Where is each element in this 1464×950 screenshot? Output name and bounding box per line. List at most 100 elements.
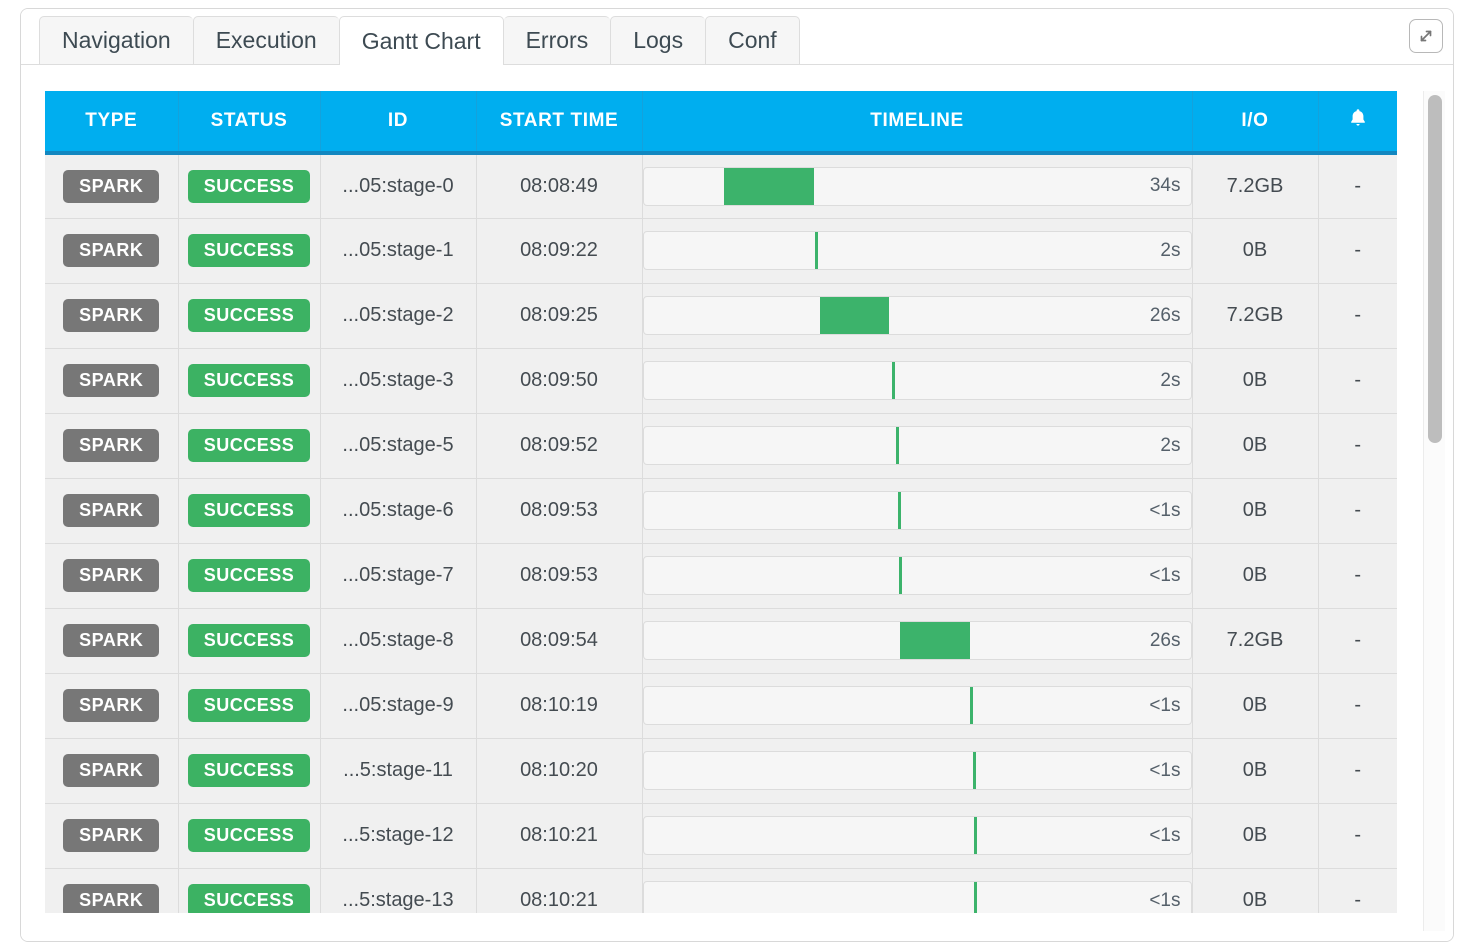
- cell-type: SPARK: [45, 348, 179, 414]
- cell-io: 0B: [1192, 543, 1319, 609]
- timeline-track: 2s: [642, 426, 1192, 465]
- cell-type: SPARK: [45, 413, 179, 479]
- status-badge: SUCCESS: [187, 299, 311, 332]
- type-badge: SPARK: [63, 364, 160, 397]
- type-badge: SPARK: [63, 689, 160, 722]
- tab-bar: Navigation Execution Gantt Chart Errors Logs…: [21, 9, 1453, 65]
- scrollbar-thumb[interactable]: [1428, 95, 1442, 443]
- cell-id[interactable]: ...05:stage-9: [320, 673, 477, 739]
- bell-icon: [1350, 109, 1365, 126]
- timeline-bar: [897, 492, 901, 529]
- column-header-timeline[interactable]: TIMELINE: [642, 91, 1193, 155]
- tab-errors[interactable]: Errors: [503, 16, 611, 64]
- duration-label: 2s: [1160, 239, 1181, 261]
- tab-gantt-chart[interactable]: Gantt Chart: [338, 16, 504, 65]
- tab-execution[interactable]: Execution: [192, 16, 339, 64]
- cell-start-time: 08:09:25: [476, 283, 643, 349]
- status-badge: SUCCESS: [187, 689, 311, 722]
- cell-status: SUCCESS: [178, 283, 321, 349]
- tab-navigation[interactable]: Navigation: [39, 16, 193, 64]
- cell-type: SPARK: [45, 283, 179, 349]
- cell-id[interactable]: ...5:stage-11: [320, 738, 477, 804]
- table-body: SPARK SUCCESS ...05:stage-0 08:08:49 34s 7.2G…: [45, 153, 1397, 931]
- table-row[interactable]: SPARK SUCCESS ...05:stage-3 08:09:50 2s 0B -: [45, 348, 1397, 414]
- cell-alert: -: [1318, 478, 1397, 544]
- cell-alert: -: [1318, 543, 1397, 609]
- table-row[interactable]: SPARK SUCCESS ...05:stage-6 08:09:53 <1s 0B -: [45, 478, 1397, 544]
- timeline-bar: [970, 687, 973, 724]
- cell-type: SPARK: [45, 218, 179, 284]
- cell-start-time: 08:09:53: [476, 478, 643, 544]
- status-badge: SUCCESS: [187, 559, 311, 592]
- timeline-bar: [899, 557, 903, 594]
- cell-id[interactable]: ...05:stage-0: [320, 153, 477, 219]
- table-row[interactable]: SPARK SUCCESS ...05:stage-0 08:08:49 34s 7.2G…: [45, 153, 1397, 219]
- column-header-io[interactable]: I/O: [1192, 91, 1319, 155]
- table-row[interactable]: SPARK SUCCESS ...5:stage-11 08:10:20 <1s 0B -: [45, 738, 1397, 804]
- tab-logs[interactable]: Logs: [610, 16, 706, 64]
- cell-timeline: <1s: [642, 478, 1193, 544]
- table-row[interactable]: SPARK SUCCESS ...05:stage-7 08:09:53 <1s 0B -: [45, 543, 1397, 609]
- table-header: TYPE STATUS ID START TIME TIMELINE I/O: [45, 91, 1397, 155]
- cell-timeline: 2s: [642, 413, 1193, 479]
- cell-id[interactable]: ...05:stage-2: [320, 283, 477, 349]
- cell-id[interactable]: ...05:stage-7: [320, 543, 477, 609]
- duration-label: <1s: [1149, 824, 1181, 846]
- duration-label: 2s: [1160, 434, 1181, 456]
- status-badge: SUCCESS: [187, 819, 311, 852]
- cell-id[interactable]: ...05:stage-8: [320, 608, 477, 674]
- gantt-table-scroll-area[interactable]: TYPE STATUS ID START TIME TIMELINE I/O S…: [45, 91, 1405, 931]
- column-header-id[interactable]: ID: [320, 91, 477, 155]
- cell-status: SUCCESS: [178, 153, 321, 219]
- tab-label: Execution: [215, 27, 317, 53]
- duration-label: 34s: [1149, 175, 1181, 197]
- tab-panel-gantt-chart: TYPE STATUS ID START TIME TIMELINE I/O S…: [21, 65, 1453, 941]
- cell-timeline: <1s: [642, 543, 1193, 609]
- vertical-scrollbar[interactable]: [1423, 91, 1445, 931]
- expand-button[interactable]: [1409, 19, 1443, 53]
- table-row[interactable]: SPARK SUCCESS ...05:stage-8 08:09:54 26s 7.2G…: [45, 608, 1397, 674]
- table-row[interactable]: SPARK SUCCESS ...05:stage-9 08:10:19 <1s 0B -: [45, 673, 1397, 739]
- column-header-type[interactable]: TYPE: [45, 91, 179, 155]
- column-header-alert[interactable]: [1318, 91, 1397, 155]
- cell-type: SPARK: [45, 543, 179, 609]
- type-badge: SPARK: [63, 754, 160, 787]
- cell-id[interactable]: ...05:stage-6: [320, 478, 477, 544]
- table-row[interactable]: SPARK SUCCESS ...05:stage-5 08:09:52 2s 0B -: [45, 413, 1397, 479]
- tab-conf[interactable]: Conf: [705, 16, 800, 64]
- cell-start-time: 08:09:22: [476, 218, 643, 284]
- cell-id[interactable]: ...05:stage-5: [320, 413, 477, 479]
- type-badge: SPARK: [63, 234, 160, 267]
- cell-status: SUCCESS: [178, 673, 321, 739]
- timeline-track: <1s: [642, 816, 1192, 855]
- cell-io: 7.2GB: [1192, 283, 1319, 349]
- type-badge: SPARK: [63, 624, 160, 657]
- cell-id[interactable]: ...05:stage-3: [320, 348, 477, 414]
- tab-label: Logs: [633, 27, 684, 53]
- duration-label: 26s: [1149, 304, 1181, 326]
- column-header-start-time[interactable]: START TIME: [476, 91, 643, 155]
- cell-alert: -: [1318, 413, 1397, 479]
- cell-status: SUCCESS: [178, 478, 321, 544]
- table-row[interactable]: SPARK SUCCESS ...5:stage-12 08:10:21 <1s 0B -: [45, 803, 1397, 869]
- status-badge: SUCCESS: [187, 754, 311, 787]
- cell-start-time: 08:10:21: [476, 803, 643, 869]
- table-row[interactable]: SPARK SUCCESS ...05:stage-2 08:09:25 26s 7.2G…: [45, 283, 1397, 349]
- timeline-bar: [819, 297, 890, 334]
- duration-label: <1s: [1149, 499, 1181, 521]
- column-header-status[interactable]: STATUS: [178, 91, 321, 155]
- cell-status: SUCCESS: [178, 413, 321, 479]
- cell-id[interactable]: ...05:stage-1: [320, 218, 477, 284]
- timeline-track: <1s: [642, 491, 1192, 530]
- status-badge: SUCCESS: [187, 429, 311, 462]
- tab-label: Conf: [728, 27, 777, 53]
- cell-io: 0B: [1192, 413, 1319, 479]
- table-row[interactable]: SPARK SUCCESS ...05:stage-1 08:09:22 2s 0B -: [45, 218, 1397, 284]
- duration-label: <1s: [1149, 694, 1181, 716]
- cell-id[interactable]: ...5:stage-12: [320, 803, 477, 869]
- status-badge: SUCCESS: [187, 169, 311, 203]
- tab-list: Navigation Execution Gantt Chart Errors Logs…: [39, 16, 800, 65]
- status-badge: SUCCESS: [187, 494, 311, 527]
- cell-timeline: 2s: [642, 348, 1193, 414]
- cell-start-time: 08:09:52: [476, 413, 643, 479]
